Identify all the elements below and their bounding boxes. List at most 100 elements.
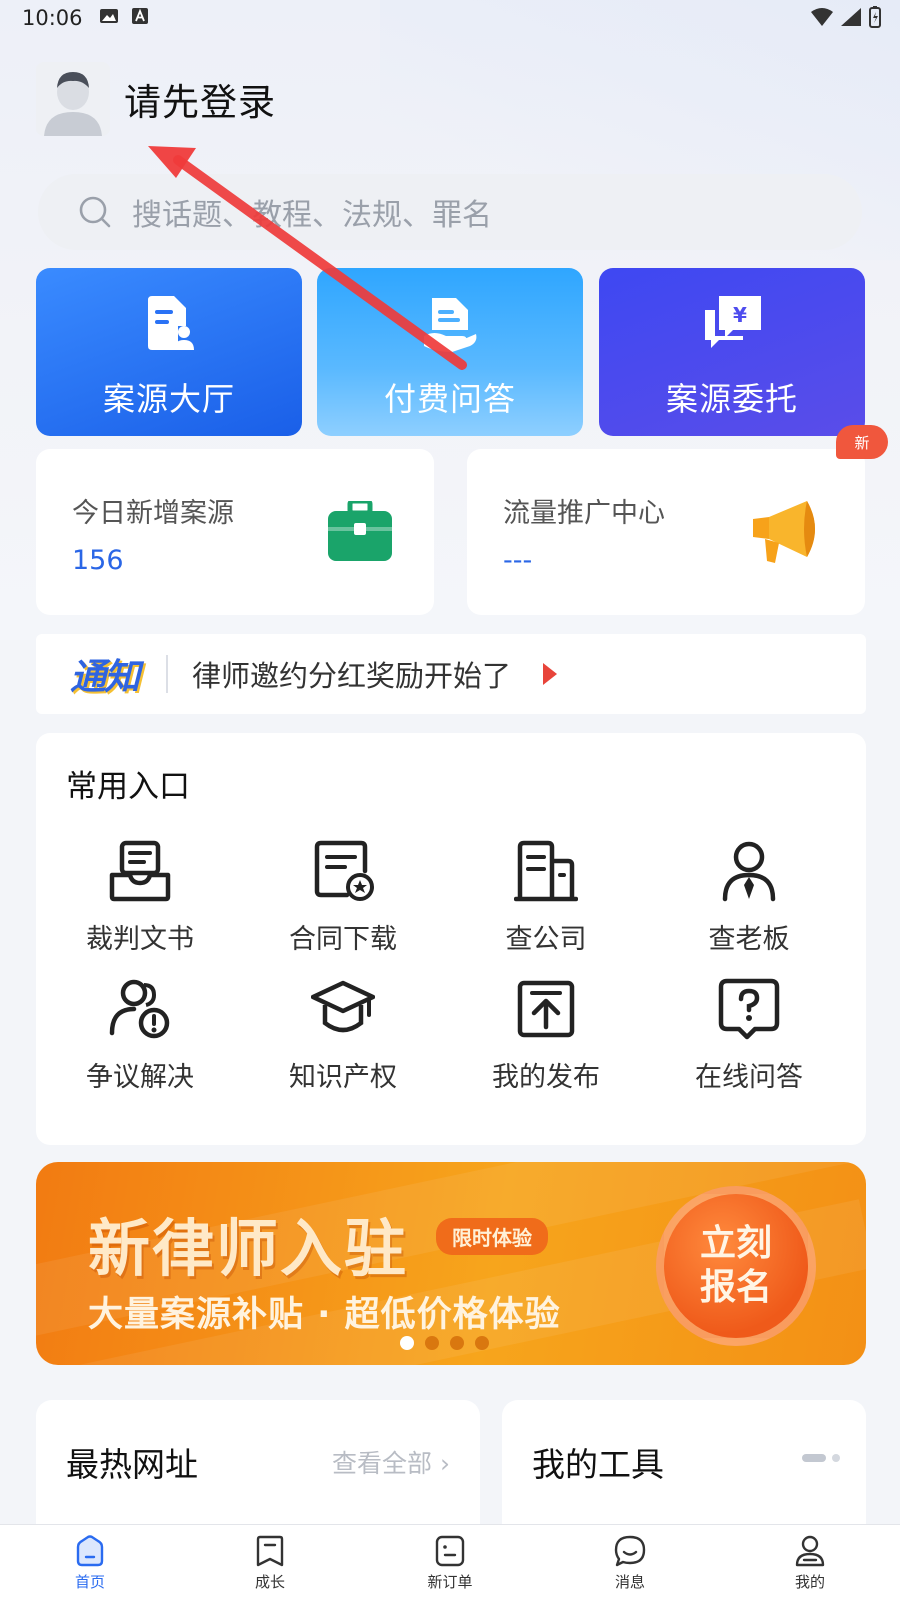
entry-label: 我的发布 xyxy=(492,1062,600,1093)
tab-growth[interactable]: 成长 xyxy=(180,1525,360,1600)
profile-icon xyxy=(795,1535,825,1567)
tab-new-orders[interactable]: 新订单 xyxy=(360,1525,540,1600)
new-badge: 新 xyxy=(836,425,888,459)
play-arrow-icon xyxy=(543,663,558,685)
entry-label: 查公司 xyxy=(505,924,587,955)
carousel-dot[interactable] xyxy=(450,1336,464,1350)
document-user-icon xyxy=(144,296,194,352)
stat-title: 流量推广中心 xyxy=(503,498,665,529)
home-icon xyxy=(76,1535,104,1567)
case-entrust-card[interactable]: ¥ 案源委托 xyxy=(599,268,865,436)
banner-button-label: 立刻报名 xyxy=(699,1223,772,1308)
status-time: 10:06 xyxy=(22,6,83,30)
battery-icon xyxy=(869,6,881,28)
banner-signup-button[interactable]: 立刻报名 xyxy=(656,1186,816,1346)
upload-box-icon xyxy=(517,980,575,1038)
common-entries-panel: 常用入口 裁判文书 合同下载 查公司 查老板 争议解决 知识产权 我的发布 在线… xyxy=(36,733,866,1145)
entry-label: 查老板 xyxy=(708,924,790,955)
entry-check-boss[interactable]: 查老板 xyxy=(645,839,853,969)
notice-text: 律师邀约分红奖励开始了 xyxy=(192,659,512,693)
entry-label: 知识产权 xyxy=(289,1062,397,1093)
stat-value: --- xyxy=(503,545,533,576)
entry-judgment-docs[interactable]: 裁判文书 xyxy=(36,839,244,969)
tab-mine[interactable]: 我的 xyxy=(720,1525,900,1600)
svg-text:¥: ¥ xyxy=(733,303,747,327)
indicator-inactive xyxy=(832,1454,840,1462)
order-icon xyxy=(435,1535,465,1567)
person-tie-icon xyxy=(722,841,776,902)
card-label: 案源委托 xyxy=(665,380,798,418)
promo-banner[interactable]: 新律师入驻 限时体验 大量案源补贴 · 超低价格体验 立刻报名 xyxy=(36,1162,866,1365)
login-prompt[interactable]: 请先登录 xyxy=(124,72,276,126)
entry-label: 裁判文书 xyxy=(86,924,194,955)
notice-logo: 通知 xyxy=(70,657,140,698)
entry-dispute-resolution[interactable]: 争议解决 xyxy=(36,977,244,1107)
briefcase-icon xyxy=(328,501,392,561)
notice-bar[interactable]: 通知 律师邀约分红奖励开始了 xyxy=(36,634,866,714)
carousel-dot[interactable] xyxy=(425,1336,439,1350)
status-indicators xyxy=(810,6,882,28)
search-input[interactable]: 搜话题、教程、法规、罪名 xyxy=(38,174,862,250)
contract-star-icon xyxy=(314,840,374,901)
view-all-link[interactable]: 查看全部 › xyxy=(332,1444,450,1480)
case-hall-card[interactable]: 案源大厅 xyxy=(36,268,302,436)
tray-document-icon xyxy=(109,840,171,902)
entry-online-qa[interactable]: 在线问答 xyxy=(645,977,853,1107)
wifi-icon xyxy=(811,8,833,26)
notice-divider xyxy=(166,655,169,693)
people-alert-icon xyxy=(109,979,170,1039)
signal-icon xyxy=(841,8,861,26)
card-label: 案源大厅 xyxy=(102,380,235,418)
yen-chat-icon: ¥ xyxy=(703,296,761,352)
banner-subtitle: 大量案源补贴 · 超低价格体验 xyxy=(88,1295,561,1335)
banner-title: 新律师入驻 xyxy=(88,1212,409,1285)
panel-title: 我的工具 xyxy=(532,1445,664,1484)
login-profile[interactable]: 请先登录 xyxy=(36,62,276,136)
stat-title: 今日新增案源 xyxy=(72,498,234,529)
carousel-indicator xyxy=(400,1336,489,1350)
search-icon xyxy=(79,196,111,228)
indicator-active xyxy=(802,1454,826,1462)
entry-label: 在线问答 xyxy=(695,1062,803,1093)
megaphone-icon xyxy=(753,501,815,563)
paid-qa-card[interactable]: 付费问答 xyxy=(317,268,583,436)
tab-label: 我的 xyxy=(794,1573,825,1591)
search-placeholder: 搜话题、教程、法规、罪名 xyxy=(132,198,492,233)
tab-home[interactable]: 首页 xyxy=(0,1525,180,1600)
question-bubble-icon xyxy=(718,978,780,1040)
status-bar: 10:06 xyxy=(0,0,900,36)
hot-links-panel: 最热网址 查看全部 › xyxy=(36,1400,480,1530)
daily-new-cases-card[interactable]: 今日新增案源 156 xyxy=(36,449,434,615)
traffic-promotion-card[interactable]: 流量推广中心 --- xyxy=(467,449,865,615)
image-notification-icon xyxy=(99,6,119,30)
chat-hand-icon xyxy=(422,296,478,352)
carousel-dot[interactable] xyxy=(400,1336,414,1350)
entry-my-posts[interactable]: 我的发布 xyxy=(442,977,650,1107)
tab-label: 新订单 xyxy=(427,1573,473,1591)
bookmark-icon xyxy=(256,1535,284,1567)
entry-intellectual-property[interactable]: 知识产权 xyxy=(239,977,447,1107)
card-label: 付费问答 xyxy=(383,380,516,418)
view-all-label: 查看全部 xyxy=(332,1449,433,1478)
building-icon xyxy=(514,840,578,902)
my-tools-panel: 我的工具 xyxy=(502,1400,866,1530)
tab-label: 成长 xyxy=(254,1573,285,1591)
tab-messages[interactable]: 消息 xyxy=(540,1525,720,1600)
message-icon xyxy=(614,1535,646,1567)
graduation-cap-icon xyxy=(311,980,375,1033)
tools-page-indicator xyxy=(802,1454,840,1462)
panel-title: 最热网址 xyxy=(66,1445,198,1484)
chevron-right-icon: › xyxy=(440,1449,450,1478)
entry-check-company[interactable]: 查公司 xyxy=(442,839,650,969)
tab-label: 首页 xyxy=(74,1573,105,1591)
entry-label: 争议解决 xyxy=(86,1062,194,1093)
avatar[interactable] xyxy=(36,62,110,136)
bottom-tab-bar: 首页 成长 新订单 消息 我的 xyxy=(0,1524,900,1600)
section-heading: 常用入口 xyxy=(66,769,190,805)
stat-value: 156 xyxy=(72,545,124,576)
tab-label: 消息 xyxy=(614,1573,645,1591)
entry-label: 合同下载 xyxy=(289,924,397,955)
banner-tag: 限时体验 xyxy=(436,1218,548,1255)
carousel-dot[interactable] xyxy=(475,1336,489,1350)
entry-contract-download[interactable]: 合同下载 xyxy=(239,839,447,969)
